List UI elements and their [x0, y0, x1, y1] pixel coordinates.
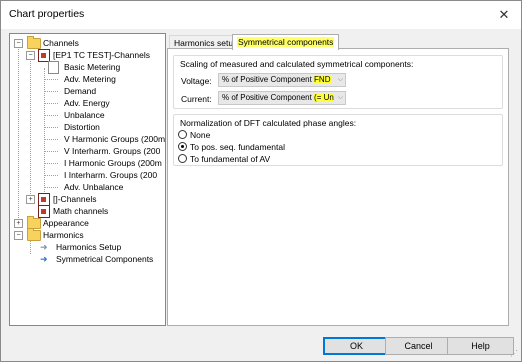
scaling-group: Scaling of measured and calculated symme…	[173, 55, 503, 109]
tree-item-harmonics[interactable]: − Harmonics	[13, 228, 163, 241]
help-button[interactable]: Help	[447, 337, 514, 355]
voltage-label: Voltage:	[181, 76, 212, 86]
tree-item-unbalance[interactable]: Unbalance	[44, 109, 163, 121]
tree-connector	[44, 103, 58, 104]
tree-item-adv-energy[interactable]: Adv. Energy	[44, 97, 163, 109]
folder-icon	[27, 36, 41, 49]
tree-item-v-interharm-groups[interactable]: V Interharm. Groups (200	[44, 145, 163, 157]
tree-item-harmonics-setup[interactable]: ➜ Harmonics Setup	[30, 241, 163, 253]
tree-item-channels[interactable]: − Channels	[13, 36, 163, 49]
tree-item-i-interharm-groups[interactable]: I Interharm. Groups (200	[44, 169, 163, 181]
tree-item-label: I Interharm. Groups (200	[64, 170, 158, 180]
normalization-group-title: Normalization of DFT calculated phase an…	[180, 118, 357, 128]
resize-grip-icon[interactable]: ⋰	[510, 349, 518, 358]
tree-item-label: Adv. Energy	[64, 98, 110, 108]
tree-item-label: Unbalance	[64, 110, 105, 120]
normalization-group: Normalization of DFT calculated phase an…	[173, 114, 503, 166]
tree-connector	[30, 56, 31, 204]
tree-item-label: V Interharm. Groups (200	[64, 146, 161, 156]
radio-label: To fundamental of AV	[190, 154, 271, 164]
radio-button[interactable]	[178, 130, 187, 139]
tree-item-label: Distortion	[64, 122, 100, 132]
tree-connector	[18, 44, 19, 228]
arrow-icon: ➜	[40, 254, 48, 264]
tree-item-ep1-channels[interactable]: − [EP1 TC TEST]-Channels	[25, 49, 163, 62]
ok-button[interactable]: OK	[323, 337, 390, 355]
tree-item-label: Channels	[43, 38, 79, 48]
tree-connector	[44, 163, 58, 164]
tree-connector	[44, 91, 58, 92]
radio-button[interactable]	[178, 154, 187, 163]
symmetrical-components-panel: Scaling of measured and calculated symme…	[167, 48, 509, 326]
radio-pos-seq-fundamental[interactable]: To pos. seq. fundamental	[178, 142, 285, 152]
tree-item-symmetrical-components[interactable]: ➜ Symmetrical Components	[30, 253, 163, 265]
tree-view[interactable]: − Channels − [EP1 TC TEST]-Channels Basi…	[9, 33, 166, 326]
chart-properties-dialog: Chart properties ✕ − Channels − [EP1 TC …	[0, 0, 522, 362]
arrow-icon: ➜	[40, 242, 48, 252]
voltage-scaling-value: % of Positive Component	[222, 75, 315, 84]
tree-item-adv-metering[interactable]: Adv. Metering	[44, 73, 163, 85]
tree-connector	[44, 115, 58, 116]
tree-item-label: Harmonics Setup	[56, 242, 122, 252]
collapse-icon[interactable]: −	[14, 39, 23, 48]
tree-item-label: Math channels	[53, 206, 109, 216]
tree-item-label: Basic Metering	[64, 62, 121, 72]
tree-connector	[44, 175, 58, 176]
title-bar: Chart properties ✕	[1, 1, 521, 29]
collapse-icon[interactable]: −	[14, 231, 23, 240]
tree-item-label: Adv. Unbalance	[64, 182, 124, 192]
current-scaling-highlight: (= Un	[314, 93, 334, 102]
radio-fundamental-av[interactable]: To fundamental of AV	[178, 154, 270, 164]
chevron-down-icon: ⌵	[337, 94, 343, 101]
tree-item-appearance[interactable]: + Appearance	[13, 216, 163, 229]
tree-item-adv-unbalance[interactable]: Adv. Unbalance	[44, 181, 163, 193]
scaling-group-title: Scaling of measured and calculated symme…	[180, 59, 414, 69]
tab-symmetrical-components[interactable]: Symmetrical components	[232, 34, 340, 50]
voltage-scaling-select[interactable]: % of Positive Component FND ⌵	[218, 73, 346, 87]
current-scaling-select[interactable]: % of Positive Component (= Un ⌵	[218, 91, 346, 105]
voltage-scaling-highlight: FND	[314, 75, 331, 84]
tree-item-i-harmonic-groups[interactable]: I Harmonic Groups (200m	[44, 157, 163, 169]
radio-button[interactable]	[178, 142, 187, 151]
tree-connector	[44, 151, 58, 152]
tree-connector	[44, 139, 58, 140]
chevron-down-icon: ⌵	[337, 76, 343, 83]
tree-item-label: Appearance	[43, 218, 89, 228]
radio-label: To pos. seq. fundamental	[190, 142, 285, 152]
tree-item-empty-channels[interactable]: + []-Channels	[25, 193, 163, 206]
tree-item-label: [EP1 TC TEST]-Channels	[53, 50, 151, 60]
tab-label: Harmonics setup	[174, 38, 238, 48]
radio-label: None	[190, 130, 211, 140]
tree-item-label: Harmonics	[43, 230, 84, 240]
tree-item-label: Demand	[64, 86, 97, 96]
tree-item-demand[interactable]: Demand	[44, 85, 163, 97]
tree-connector	[44, 127, 58, 128]
close-icon[interactable]: ✕	[493, 5, 515, 25]
tree-item-distortion[interactable]: Distortion	[44, 121, 163, 133]
expand-icon[interactable]: +	[26, 195, 35, 204]
current-scaling-value: % of Positive Component	[222, 93, 315, 102]
tree-item-label: V Harmonic Groups (200m	[64, 134, 166, 144]
tree-connector	[44, 79, 58, 80]
radio-none[interactable]: None	[178, 130, 210, 140]
folder-icon	[27, 228, 41, 241]
tree-item-label: Adv. Metering	[64, 74, 116, 84]
tree-item-label: I Harmonic Groups (200m	[64, 158, 162, 168]
cancel-button[interactable]: Cancel	[385, 337, 452, 355]
tree-item-v-harmonic-groups[interactable]: V Harmonic Groups (200m	[44, 133, 166, 145]
tree-connector	[44, 187, 58, 188]
window-title: Chart properties	[9, 8, 85, 20]
tab-label: Symmetrical components	[237, 37, 335, 47]
current-label: Current:	[181, 94, 212, 104]
collapse-icon[interactable]: −	[26, 51, 35, 60]
tree-item-label: Symmetrical Components	[56, 254, 154, 264]
expand-icon[interactable]: +	[14, 219, 23, 228]
tree-item-basic-metering[interactable]: Basic Metering	[44, 61, 163, 74]
tree-item-math-channels[interactable]: Math channels	[25, 205, 163, 218]
tree-item-label: []-Channels	[53, 194, 97, 204]
